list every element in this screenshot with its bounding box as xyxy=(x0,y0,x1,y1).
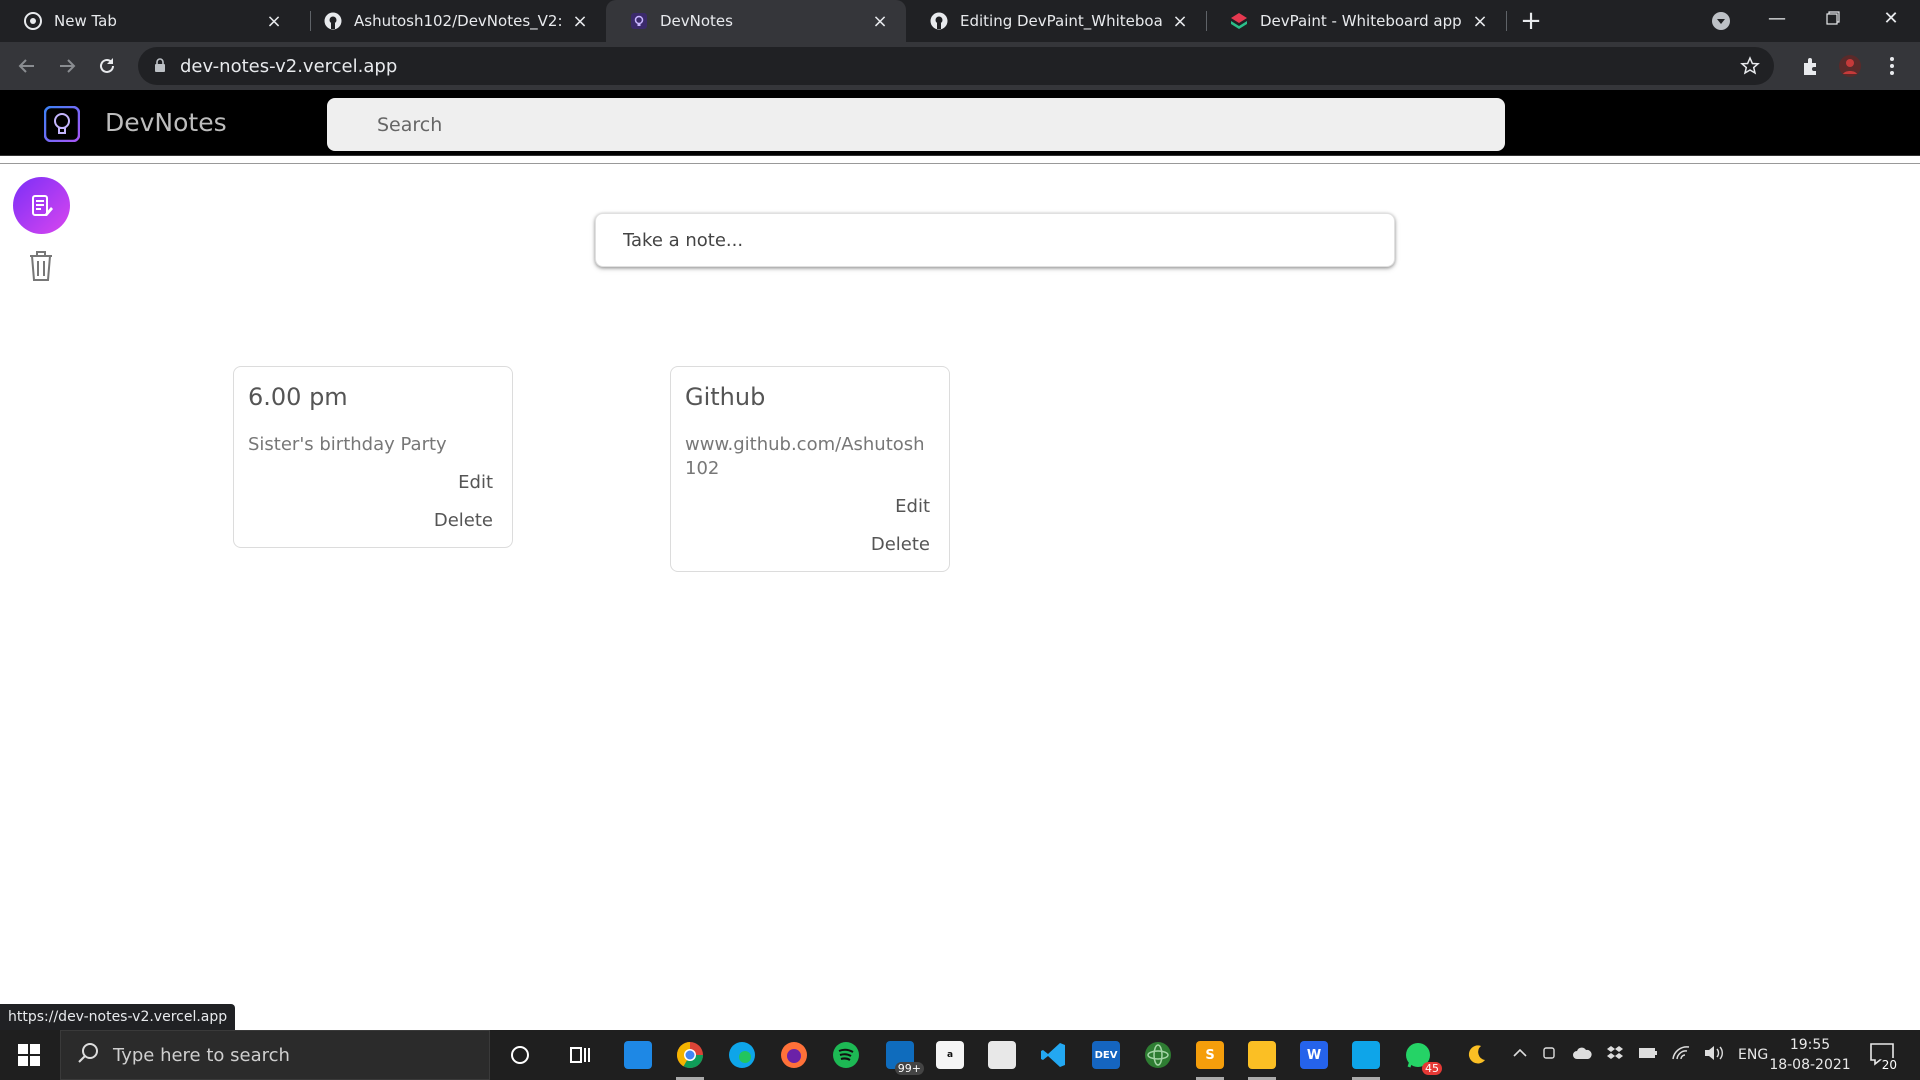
minimize-icon[interactable]: — xyxy=(1750,0,1804,36)
taskbar-clock[interactable]: 19:55 18-08-2021 xyxy=(1768,1035,1852,1075)
back-icon[interactable] xyxy=(13,52,41,80)
system-tray: ENG xyxy=(1512,1030,1768,1080)
file-explorer-icon[interactable] xyxy=(1242,1035,1282,1080)
photos-icon[interactable] xyxy=(1346,1035,1386,1080)
github-icon xyxy=(930,12,948,30)
taskbar: Type here to search 99+ a DEV S W 45 ENG… xyxy=(0,1030,1920,1080)
app-brand: DevNotes xyxy=(105,108,227,137)
new-tab-button[interactable]: + xyxy=(1516,6,1546,36)
tab-title: Ashutosh102/DevNotes_V2: Build xyxy=(354,12,562,30)
close-icon[interactable]: × xyxy=(1170,11,1190,32)
chrome-icon xyxy=(24,12,42,30)
volume-icon[interactable] xyxy=(1704,1045,1724,1065)
clock-date: 18-08-2021 xyxy=(1769,1057,1851,1073)
tab-title: New Tab xyxy=(54,12,117,30)
notification-count: 20 xyxy=(1878,1058,1900,1072)
atom-icon[interactable] xyxy=(1138,1035,1178,1075)
tab-title: DevNotes xyxy=(660,12,733,30)
note-edit-button[interactable]: Edit xyxy=(685,495,930,519)
devpaint-favicon xyxy=(1230,12,1248,30)
dropbox-icon[interactable] xyxy=(1606,1045,1624,1065)
chevron-up-icon[interactable] xyxy=(1512,1045,1528,1065)
search-input[interactable] xyxy=(327,98,1505,151)
lock-icon xyxy=(154,57,166,76)
onedrive-icon[interactable] xyxy=(1572,1046,1592,1064)
notification-center-icon[interactable]: 20 xyxy=(1868,1040,1900,1072)
browser-toolbar: dev-notes-v2.vercel.app xyxy=(0,42,1920,90)
forward-icon[interactable] xyxy=(53,52,81,80)
note-body: www.github.com/Ashutosh102 xyxy=(685,434,925,479)
tab-title: DevPaint - Whiteboard app xyxy=(1260,12,1462,30)
lightbulb-logo-icon[interactable] xyxy=(43,105,81,143)
tab-new-tab[interactable]: New Tab × xyxy=(0,0,300,42)
battery-icon[interactable] xyxy=(1638,1047,1658,1063)
note-delete-button[interactable]: Delete xyxy=(685,533,930,557)
mail-badge: 99+ xyxy=(894,1062,924,1075)
meet-icon[interactable] xyxy=(1542,1045,1558,1065)
note-card: 6.00 pm Sister's birthday Party Edit Del… xyxy=(233,366,513,548)
note-edit-button[interactable]: Edit xyxy=(248,471,493,495)
amazon-icon[interactable]: a xyxy=(930,1035,970,1075)
note-card: Github www.github.com/Ashutosh102 Edit D… xyxy=(670,366,950,572)
clock-time: 19:55 xyxy=(1789,1037,1831,1053)
whatsapp-badge: 45 xyxy=(1422,1062,1442,1075)
language-indicator[interactable]: ENG xyxy=(1738,1047,1768,1063)
chrome-taskbar-icon[interactable] xyxy=(670,1035,710,1080)
sublime-icon[interactable]: S xyxy=(1190,1035,1230,1080)
sidebar-notes-button[interactable] xyxy=(13,177,70,234)
trash-icon[interactable] xyxy=(26,250,56,282)
cortana-icon[interactable] xyxy=(500,1035,540,1075)
link-status-bubble: https://dev-notes-v2.vercel.app xyxy=(0,1004,236,1030)
spotify-icon[interactable] xyxy=(826,1035,866,1075)
tab-separator xyxy=(1506,11,1507,31)
extensions-icon[interactable] xyxy=(1800,54,1824,78)
note-body: Sister's birthday Party xyxy=(248,434,447,455)
note-edit-icon xyxy=(31,194,53,216)
devnotes-favicon xyxy=(630,12,648,30)
header-divider xyxy=(0,163,1920,164)
wifi-icon[interactable] xyxy=(1672,1045,1690,1065)
github-icon xyxy=(324,12,342,30)
search-icon xyxy=(77,1042,99,1068)
taskbar-search-placeholder: Type here to search xyxy=(113,1044,290,1066)
take-note-input[interactable] xyxy=(595,213,1395,267)
close-icon[interactable]: × xyxy=(870,11,890,32)
dev-icon[interactable]: DEV xyxy=(1086,1035,1126,1075)
note-title: Github xyxy=(685,383,766,411)
weather-moon-icon[interactable] xyxy=(1456,1035,1496,1075)
windows-start-icon[interactable] xyxy=(0,1030,58,1080)
edge-icon[interactable] xyxy=(722,1035,762,1075)
mail-icon[interactable]: 99+ xyxy=(880,1035,924,1075)
bookmark-star-icon[interactable] xyxy=(1740,56,1760,76)
close-icon[interactable]: × xyxy=(570,11,590,32)
tab-devnotes[interactable]: DevNotes × xyxy=(606,0,906,42)
address-bar[interactable]: dev-notes-v2.vercel.app xyxy=(138,47,1774,85)
tab-github-devnotes[interactable]: Ashutosh102/DevNotes_V2: Build × xyxy=(300,0,606,42)
close-icon[interactable]: × xyxy=(1470,11,1490,32)
vscode-icon[interactable] xyxy=(1034,1035,1074,1075)
task-view-icon[interactable] xyxy=(560,1035,600,1075)
whatsapp-icon[interactable]: 45 xyxy=(1398,1035,1442,1075)
tab-title: Editing DevPaint_Whiteboard_app xyxy=(960,12,1162,30)
firefox-icon[interactable] xyxy=(774,1035,814,1075)
window-close-icon[interactable]: ✕ xyxy=(1864,0,1918,36)
writer-icon[interactable]: W xyxy=(1294,1035,1334,1075)
tab-github-devpaint[interactable]: Editing DevPaint_Whiteboard_app × xyxy=(906,0,1206,42)
note-title: 6.00 pm xyxy=(248,383,348,411)
app-header: DevNotes xyxy=(0,90,1920,156)
note-delete-button[interactable]: Delete xyxy=(248,509,493,533)
browser-menu-icon[interactable] xyxy=(1880,54,1904,78)
desktop-app-icon[interactable] xyxy=(618,1035,658,1075)
url-text: dev-notes-v2.vercel.app xyxy=(180,55,398,77)
profile-avatar-icon[interactable] xyxy=(1838,54,1862,78)
restore-icon[interactable] xyxy=(1806,0,1860,36)
taskbar-search-box[interactable]: Type here to search xyxy=(60,1030,490,1080)
tab-search-icon[interactable] xyxy=(1710,10,1732,32)
tab-devpaint[interactable]: DevPaint - Whiteboard app × xyxy=(1206,0,1506,42)
reload-icon[interactable] xyxy=(93,52,121,80)
close-icon[interactable]: × xyxy=(264,11,284,32)
game-icon[interactable] xyxy=(982,1035,1022,1075)
tab-strip: New Tab × Ashutosh102/DevNotes_V2: Build… xyxy=(0,0,1920,42)
